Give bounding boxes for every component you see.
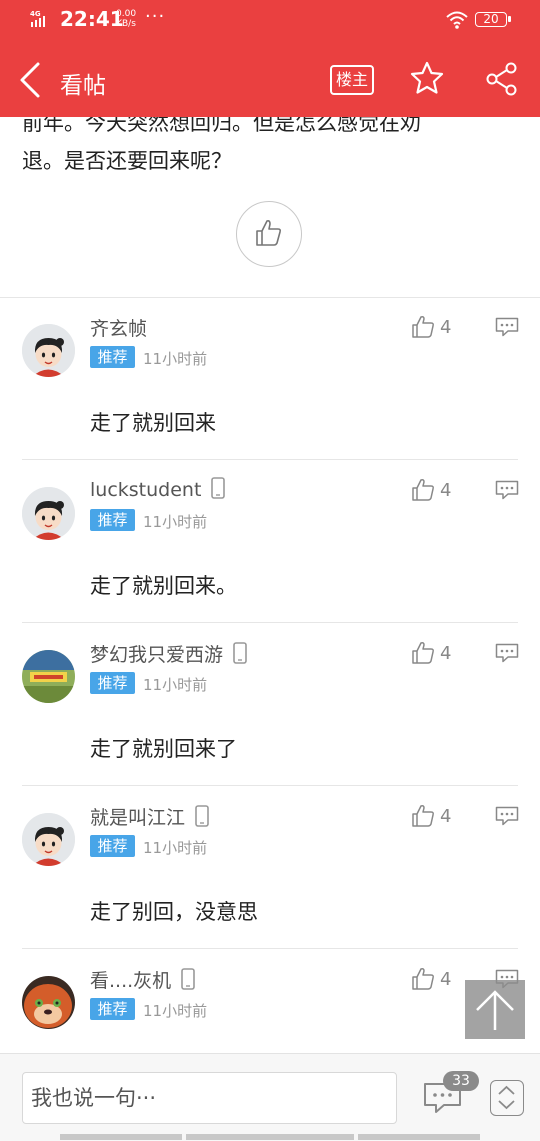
- page-title: 看帖: [60, 73, 106, 99]
- like-count: 4: [440, 969, 452, 990]
- share-icon[interactable]: [485, 62, 519, 96]
- like-count: 4: [440, 480, 452, 501]
- phone-icon: [181, 968, 195, 995]
- svg-text:4G: 4G: [30, 10, 41, 18]
- comment-text: 走了就别回来。: [90, 574, 237, 598]
- recommend-badge: 推荐: [90, 672, 135, 694]
- phone-icon: [195, 805, 209, 827]
- avatar[interactable]: [22, 650, 75, 703]
- comment-like-button[interactable]: 4: [412, 641, 457, 667]
- comment-item: 齐玄帧推荐 11小时前 4 走了就别回来: [0, 297, 540, 460]
- avatar[interactable]: [22, 487, 75, 540]
- comment-text: 走了就别回来了: [90, 737, 237, 761]
- nav-indicator: [186, 1134, 354, 1140]
- comment-item: 梦幻我只爱西游推荐 11小时前 4 走了就别回来了: [0, 623, 540, 786]
- recommend-badge: 推荐: [90, 835, 135, 857]
- phone-icon: [233, 642, 247, 669]
- comment-username[interactable]: 梦幻我只爱西游: [90, 640, 247, 669]
- signal-icon: 4G: [30, 10, 45, 27]
- phone-icon: [211, 477, 226, 499]
- thumbs-up-icon: [412, 642, 434, 664]
- thumbs-up-icon: [412, 316, 434, 338]
- avatar[interactable]: [22, 976, 75, 1029]
- post-like-button[interactable]: [236, 201, 302, 267]
- status-bar: 4G 22:41 0.00 KB/s ··· 20: [0, 0, 540, 42]
- comment-like-button[interactable]: 4: [412, 478, 457, 504]
- phone-icon: [211, 477, 226, 504]
- status-time: 22:41: [60, 7, 124, 31]
- comment-item: 就是叫江江推荐 11小时前 4 走了别回，没意思: [0, 786, 540, 949]
- thumbs-up-icon: [412, 805, 434, 827]
- like-count: 4: [440, 806, 452, 827]
- network-speed: 0.00 KB/s: [116, 9, 137, 29]
- comment-like-button[interactable]: 4: [412, 967, 457, 993]
- phone-icon: [233, 642, 247, 664]
- more-status-icon: ···: [145, 6, 166, 27]
- thumbs-up-icon: [412, 479, 434, 501]
- like-count: 4: [440, 317, 452, 338]
- avatar[interactable]: [22, 324, 75, 377]
- comment-username[interactable]: 看....灰机: [90, 966, 195, 995]
- comment-like-button[interactable]: 4: [412, 315, 457, 341]
- thumbs-up-icon: [256, 220, 282, 246]
- scroll-to-top-button[interactable]: [465, 980, 525, 1039]
- comment-time: 11小时前: [143, 1002, 208, 1020]
- reply-icon[interactable]: [495, 643, 519, 663]
- page-jump-button[interactable]: [490, 1080, 524, 1116]
- reply-icon[interactable]: [495, 480, 519, 500]
- comment-time: 11小时前: [143, 513, 208, 531]
- comment-text: 走了就别回来: [90, 411, 216, 435]
- like-count: 4: [440, 643, 452, 664]
- reply-icon[interactable]: [495, 806, 519, 826]
- app-bar: 看帖 楼主: [0, 42, 540, 117]
- star-icon[interactable]: [410, 61, 444, 95]
- recommend-badge: 推荐: [90, 346, 135, 368]
- arrow-up-icon: [476, 990, 514, 1030]
- comment-item: luckstudent 推荐 11小时前 4 走了就别回来。: [0, 460, 540, 623]
- comment-time: 11小时前: [143, 676, 208, 694]
- recommend-badge: 推荐: [90, 509, 135, 531]
- reply-input[interactable]: 我也说一句···: [22, 1072, 397, 1124]
- comment-username[interactable]: luckstudent: [90, 477, 226, 504]
- avatar[interactable]: [22, 813, 75, 866]
- reply-icon[interactable]: [495, 317, 519, 337]
- comment-time: 11小时前: [143, 350, 208, 368]
- phone-icon: [181, 968, 195, 990]
- phone-icon: [195, 805, 209, 832]
- comment-text: 走了别回，没意思: [90, 900, 258, 924]
- comment-username[interactable]: 齐玄帧: [90, 314, 147, 341]
- comment-like-button[interactable]: 4: [412, 804, 457, 830]
- top-bar: 4G 22:41 0.00 KB/s ··· 20 看帖 楼主: [0, 0, 540, 117]
- wifi-icon: [446, 11, 468, 29]
- comment-time: 11小时前: [143, 839, 208, 857]
- battery-indicator: 20: [475, 12, 511, 27]
- nav-indicator: [358, 1134, 480, 1140]
- up-down-chevron-icon: [498, 1085, 515, 1110]
- comment-count-badge: 33: [443, 1071, 479, 1091]
- bottom-bar: 我也说一句··· 33: [0, 1053, 540, 1141]
- recommend-badge: 推荐: [90, 998, 135, 1020]
- nav-indicator: [60, 1134, 182, 1140]
- chevron-left-icon[interactable]: [16, 60, 46, 100]
- only-host-button[interactable]: 楼主: [330, 65, 374, 95]
- comment-username[interactable]: 就是叫江江: [90, 803, 209, 832]
- thumbs-up-icon: [412, 968, 434, 990]
